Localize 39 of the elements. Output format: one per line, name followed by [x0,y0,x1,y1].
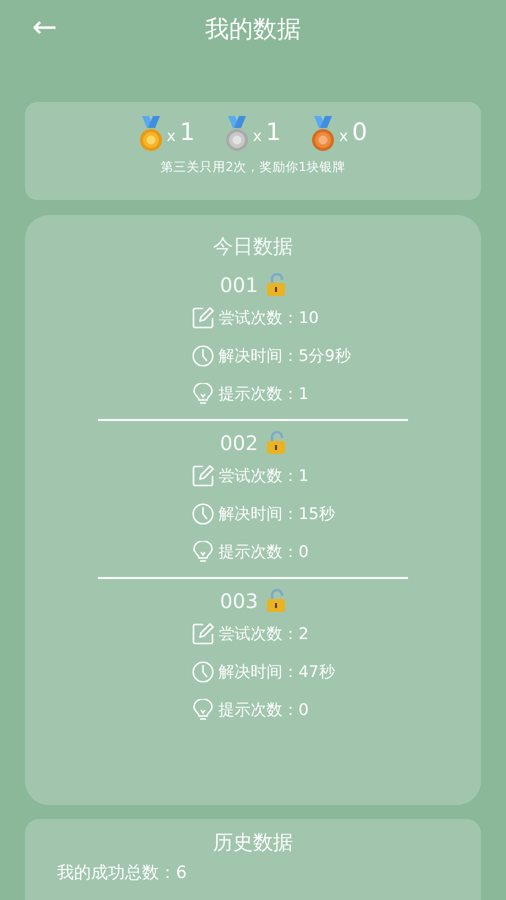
stat-text: 提示次数：0 [218,700,309,720]
stat-text: 提示次数：1 [218,384,309,404]
edit-icon [192,623,214,645]
medal-icon [311,116,336,152]
padlock-icon [266,589,286,613]
stat-text: 解决时间：15秒 [218,504,335,524]
padlock-icon [266,273,286,297]
multiply-sign: x [339,127,348,145]
page-title: 我的数据 [205,14,301,45]
padlock-icon [266,431,286,455]
medal-icon [138,116,163,152]
stat-text: 解决时间：47秒 [218,662,335,682]
medal-icon [224,116,249,152]
clock-icon [192,503,214,525]
clock-icon [192,661,214,683]
history-text: 我的成功总数：6 [57,862,188,884]
edit-icon [192,307,214,329]
stat-text: 提示次数：0 [218,542,309,562]
medal-count: 1 [180,118,195,146]
multiply-sign: x [166,127,176,145]
section-title: 历史数据 [213,829,293,856]
medal-count: 1 [266,118,282,146]
clock-icon [192,345,214,367]
back-button[interactable]: ← [28,10,62,46]
level-number: 002 [220,431,258,455]
stat-text: 尝试次数：10 [218,308,319,328]
medal-count: 0 [352,118,368,146]
section-title: 今日数据 [213,233,293,260]
level-number: 001 [220,273,258,297]
stat-text: 尝试次数：2 [218,624,309,644]
lightbulb-icon [192,541,214,563]
reward-message: 第三关只用2次，奖励你1块银牌 [160,159,346,176]
lightbulb-icon [192,699,214,721]
edit-icon [192,465,214,487]
lightbulb-icon [192,383,214,405]
stat-text: 解决时间：5分9秒 [218,346,351,366]
level-number: 003 [220,589,258,613]
stat-text: 尝试次数：1 [218,466,309,486]
multiply-sign: x [252,127,262,145]
